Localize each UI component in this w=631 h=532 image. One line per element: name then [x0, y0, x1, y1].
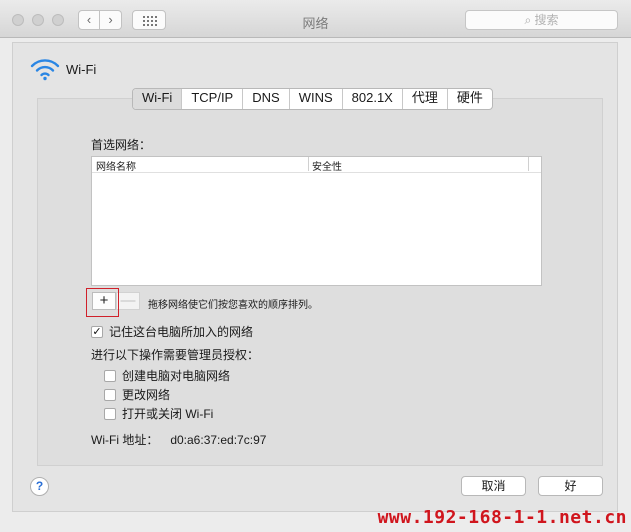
- wifi-address-value: d0:a6:37:ed:7c:97: [170, 433, 267, 447]
- change-network-label: 更改网络: [122, 388, 171, 402]
- tab-proxy[interactable]: 代理: [403, 89, 448, 109]
- change-network-checkbox[interactable]: [104, 388, 116, 401]
- search-icon: ⌕: [524, 13, 532, 27]
- column-network-name[interactable]: 网络名称: [96, 158, 136, 173]
- highlight-box: [86, 288, 119, 317]
- cancel-button[interactable]: 取消: [461, 476, 526, 496]
- table-header: 网络名称 安全性: [92, 157, 541, 173]
- watermark-text: www.192-168-1-1.net.cn: [377, 507, 627, 528]
- wifi-address-label: Wi-Fi 地址：: [91, 433, 159, 447]
- admin-option-row[interactable]: 更改网络: [104, 386, 170, 403]
- tab-hardware[interactable]: 硬件: [448, 89, 492, 109]
- admin-option-row[interactable]: 打开或关闭 Wi-Fi: [104, 405, 213, 422]
- preferred-networks-label: 首选网络：: [91, 138, 152, 152]
- remember-networks-row[interactable]: ✓ 记住这台电脑所加入的网络: [91, 323, 253, 340]
- column-security[interactable]: 安全性: [312, 158, 342, 173]
- column-divider: [528, 157, 529, 171]
- tab-8021x[interactable]: 802.1X: [343, 89, 403, 109]
- remember-networks-label: 记住这台电脑所加入的网络: [109, 325, 254, 339]
- search-input[interactable]: ⌕ 搜索: [465, 10, 618, 30]
- tab-wifi[interactable]: Wi-Fi: [133, 89, 183, 109]
- help-button[interactable]: ?: [30, 477, 49, 496]
- ok-button[interactable]: 好: [538, 476, 603, 496]
- search-placeholder: 搜索: [534, 13, 559, 27]
- window-titlebar: ‹ › 网络 ⌕ 搜索: [0, 0, 631, 38]
- remove-network-button[interactable]: —: [116, 292, 140, 310]
- remember-networks-checkbox[interactable]: ✓: [91, 325, 103, 338]
- tab-dns[interactable]: DNS: [243, 89, 290, 109]
- create-computer-network-label: 创建电脑对电脑网络: [122, 369, 231, 383]
- wifi-icon: [30, 59, 60, 81]
- reorder-hint: 拖移网络使它们按您喜欢的顺序排列。: [148, 300, 318, 311]
- create-computer-network-checkbox[interactable]: [104, 369, 116, 382]
- wifi-address: Wi-Fi 地址： d0:a6:37:ed:7c:97: [91, 431, 266, 448]
- admin-option-row[interactable]: 创建电脑对电脑网络: [104, 367, 230, 384]
- admin-required-label: 进行以下操作需要管理员授权：: [91, 348, 260, 362]
- preferred-networks-table[interactable]: 网络名称 安全性: [91, 156, 542, 286]
- interface-name: Wi-Fi: [66, 62, 97, 77]
- tab-bar: Wi-Fi TCP/IP DNS WINS 802.1X 代理 硬件: [132, 88, 493, 110]
- toggle-wifi-checkbox[interactable]: [104, 407, 116, 420]
- column-divider: [308, 157, 309, 171]
- toggle-wifi-label: 打开或关闭 Wi-Fi: [122, 407, 214, 421]
- tab-tcpip[interactable]: TCP/IP: [182, 89, 244, 109]
- tab-wins[interactable]: WINS: [290, 89, 343, 109]
